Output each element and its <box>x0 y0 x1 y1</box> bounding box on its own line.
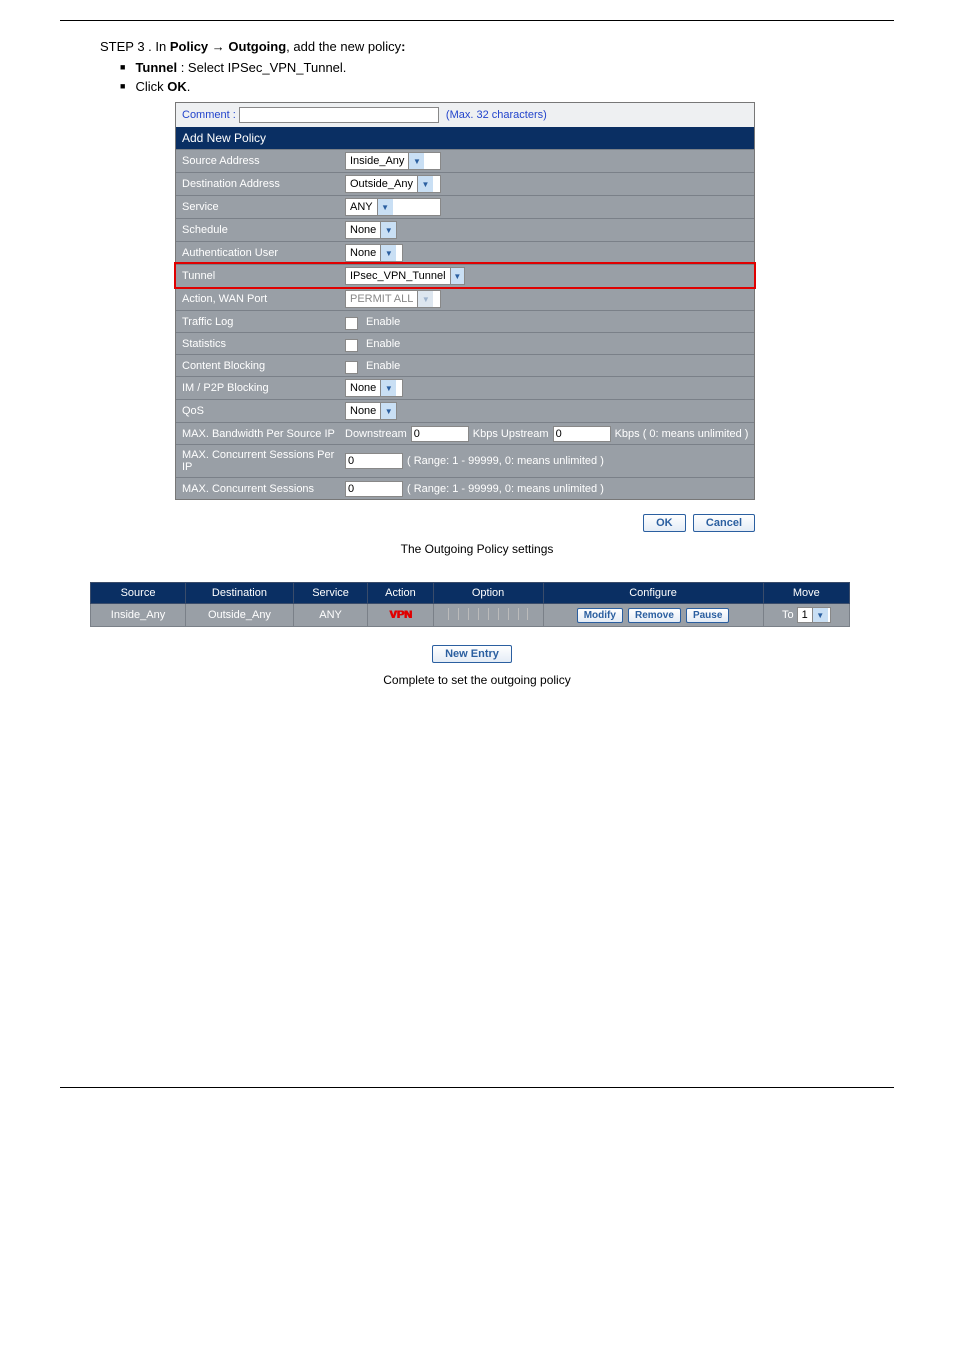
kbps-hint: Kbps ( 0: means unlimited ) <box>615 428 749 440</box>
kbps-up-label: Kbps Upstream <box>473 428 549 440</box>
ok-button[interactable]: OK <box>643 514 686 532</box>
policy-form: Comment : (Max. 32 characters) Add New P… <box>175 102 755 500</box>
modify-button[interactable]: Modify <box>577 608 623 623</box>
sessions-ip-input[interactable] <box>345 453 403 469</box>
vpn-badge: VPN <box>389 609 412 621</box>
label-maxses: MAX. Concurrent Sessions <box>176 479 341 499</box>
cell-action: VPN <box>368 604 433 627</box>
chevron-down-icon: ▼ <box>408 153 424 169</box>
label-auth: Authentication User <box>176 243 341 263</box>
cell-option <box>433 604 543 627</box>
label-dest: Destination Address <box>176 174 341 194</box>
chevron-down-icon: ▼ <box>380 222 396 238</box>
bullet-item: Click OK. <box>120 79 894 94</box>
chevron-down-icon: ▼ <box>417 176 433 192</box>
cell-service: ANY <box>293 604 367 627</box>
caption-2: Complete to set the outgoing policy <box>60 673 894 687</box>
th-configure: Configure <box>543 583 763 604</box>
comment-hint: (Max. 32 characters) <box>446 109 547 121</box>
remove-button[interactable]: Remove <box>628 608 681 623</box>
bottom-divider <box>60 1087 894 1088</box>
label-imp2p: IM / P2P Blocking <box>176 378 341 398</box>
auth-select[interactable]: None▼ <box>345 244 403 262</box>
to-label: To <box>782 609 794 621</box>
comment-input[interactable] <box>239 107 439 123</box>
label-stats: Statistics <box>176 334 341 354</box>
content-checkbox[interactable] <box>345 361 358 374</box>
comment-label: Comment : <box>182 109 236 121</box>
form-title: Add New Policy <box>176 127 754 149</box>
range-hint: ( Range: 1 - 99999, 0: means unlimited ) <box>407 455 604 467</box>
policy-table: Source Destination Service Action Option… <box>90 582 850 627</box>
downstream-label: Downstream <box>345 428 407 440</box>
label-action: Action, WAN Port <box>176 289 341 309</box>
chevron-down-icon: ▼ <box>380 403 396 419</box>
dest-select[interactable]: Outside_Any▼ <box>345 175 441 193</box>
th-move: Move <box>763 583 849 604</box>
service-select[interactable]: ANY▼ <box>345 198 441 216</box>
chevron-down-icon: ▼ <box>380 245 396 261</box>
label-schedule: Schedule <box>176 220 341 240</box>
th-action: Action <box>368 583 433 604</box>
sessions-input[interactable] <box>345 481 403 497</box>
chevron-down-icon: ▼ <box>417 291 433 307</box>
schedule-select[interactable]: None▼ <box>345 221 397 239</box>
range-hint2: ( Range: 1 - 99999, 0: means unlimited ) <box>407 483 604 495</box>
label-maxbw: MAX. Bandwidth Per Source IP <box>176 424 341 444</box>
th-service: Service <box>293 583 367 604</box>
chevron-down-icon: ▼ <box>377 199 393 215</box>
chevron-down-icon: ▼ <box>450 268 464 284</box>
arrow-icon: → <box>212 39 225 54</box>
move-select[interactable]: 1▼ <box>797 607 831 623</box>
upstream-input[interactable] <box>553 426 611 442</box>
cell-dest: Outside_Any <box>186 604 294 627</box>
pause-button[interactable]: Pause <box>686 608 729 623</box>
step-line: STEP 3 . In Policy → Outgoing, add the n… <box>60 39 894 54</box>
label-maxses-ip: MAX. Concurrent Sessions Per IP <box>176 445 341 477</box>
label-service: Service <box>176 197 341 217</box>
caption-1: The Outgoing Policy settings <box>60 542 894 556</box>
label-traffic: Traffic Log <box>176 312 341 332</box>
chevron-down-icon: ▼ <box>812 608 828 622</box>
tunnel-select[interactable]: IPsec_VPN_Tunnel▼ <box>345 267 465 285</box>
th-dest: Destination <box>186 583 294 604</box>
top-divider <box>60 20 894 21</box>
button-row: OK Cancel <box>175 514 755 532</box>
traffic-checkbox[interactable] <box>345 317 358 330</box>
label-qos: QoS <box>176 401 341 421</box>
bullet-item: Tunnel : Select IPSec_VPN_Tunnel. <box>120 60 894 75</box>
bullet-list: Tunnel : Select IPSec_VPN_Tunnel. Click … <box>60 60 894 94</box>
th-option: Option <box>433 583 543 604</box>
chevron-down-icon: ▼ <box>380 380 396 396</box>
imp2p-select[interactable]: None▼ <box>345 379 403 397</box>
stats-checkbox[interactable] <box>345 339 358 352</box>
cell-move: To 1▼ <box>763 604 849 627</box>
new-entry-button[interactable]: New Entry <box>432 645 512 663</box>
downstream-input[interactable] <box>411 426 469 442</box>
th-source: Source <box>91 583 186 604</box>
source-select[interactable]: Inside_Any▼ <box>345 152 441 170</box>
label-content: Content Blocking <box>176 356 341 376</box>
cell-configure: Modify Remove Pause <box>543 604 763 627</box>
table-row: Inside_Any Outside_Any ANY VPN Modify Re… <box>91 604 850 627</box>
action-select[interactable]: PERMIT ALL▼ <box>345 290 441 308</box>
label-source: Source Address <box>176 151 341 171</box>
cancel-button[interactable]: Cancel <box>693 514 755 532</box>
cell-source: Inside_Any <box>91 604 186 627</box>
comment-row: Comment : (Max. 32 characters) <box>176 103 754 127</box>
qos-select[interactable]: None▼ <box>345 402 397 420</box>
label-tunnel: Tunnel <box>176 266 341 286</box>
